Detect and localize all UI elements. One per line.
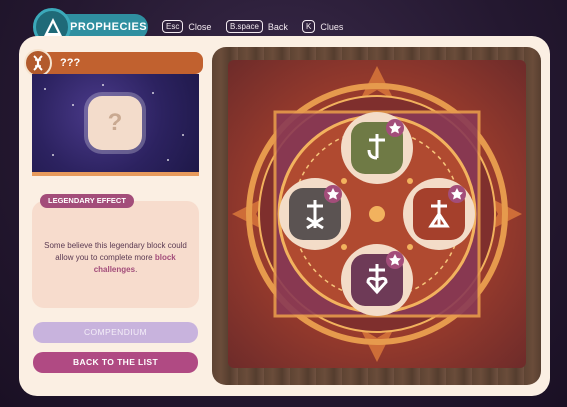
close-hint[interactable]: Esc Close [162,20,211,33]
back-hint[interactable]: B.space Back [226,20,288,33]
legendary-effect-text: Some believe this legendary block could … [40,240,191,276]
backspace-key-icon: B.space [226,20,263,33]
close-hint-label: Close [188,21,212,32]
compendium-button[interactable]: COMPENDIUM [33,322,198,343]
back-to-list-button[interactable]: BACK TO THE LIST [33,352,198,373]
rune-slot-top[interactable] [341,112,413,184]
legendary-effect-tag: LEGENDARY EFFECT [40,194,134,208]
dna-icon [24,49,52,77]
clues-hint-label: Clues [320,21,344,32]
rune-slots [279,112,475,316]
effect-text-end: . [135,265,138,274]
esc-key-icon: Esc [162,20,184,33]
clues-hint[interactable]: K Clues [302,20,343,33]
block-name: ??? [32,52,203,74]
rune-slot-right[interactable] [403,178,475,250]
rune-slot-left[interactable] [279,178,351,250]
k-key-icon: K [302,20,316,33]
rune-slot-bottom[interactable] [341,244,413,316]
mystery-block-icon: ? [88,96,142,150]
back-hint-label: Back [267,21,288,32]
